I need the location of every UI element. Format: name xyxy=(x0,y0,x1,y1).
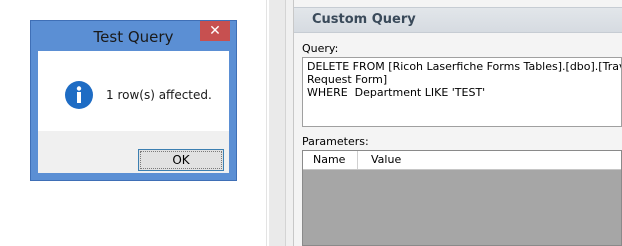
query-textarea[interactable]: DELETE FROM [Ricoh Laserfiche Forms Tabl… xyxy=(302,57,622,127)
dialog-message: 1 row(s) affected. xyxy=(106,88,212,102)
message-dialog: Test Query ✕ 1 row(s) affected. OK xyxy=(30,20,237,181)
dialog-titlebar[interactable]: Test Query ✕ xyxy=(31,21,236,51)
column-divider[interactable] xyxy=(357,151,358,169)
divider xyxy=(266,0,267,246)
panel-header[interactable]: Custom Query xyxy=(294,7,622,33)
custom-query-panel: Custom Query Query: DELETE FROM [Ricoh L… xyxy=(293,0,622,246)
info-icon xyxy=(65,81,93,109)
query-line: DELETE FROM [Ricoh Laserfiche Forms Tabl… xyxy=(307,60,622,73)
panel-title: Custom Query xyxy=(312,12,416,27)
dialog-body: 1 row(s) affected. xyxy=(38,51,229,131)
query-label: Query: xyxy=(302,42,339,55)
grid-header: Name Value xyxy=(303,151,621,170)
side-strip xyxy=(269,0,286,246)
query-line: Request Form] xyxy=(307,73,388,86)
parameters-label: Parameters: xyxy=(302,135,369,148)
close-icon: ✕ xyxy=(209,23,221,39)
app-pane: Custom Query Query: DELETE FROM [Ricoh L… xyxy=(269,0,622,246)
close-button[interactable]: ✕ xyxy=(200,21,230,41)
parameters-grid[interactable]: Name Value xyxy=(302,150,622,246)
column-header-name[interactable]: Name xyxy=(313,153,345,166)
query-line: WHERE Department LIKE 'TEST' xyxy=(307,86,486,99)
ok-button[interactable]: OK xyxy=(138,149,224,171)
dialog-footer: OK xyxy=(38,131,229,173)
column-header-value[interactable]: Value xyxy=(371,153,401,166)
